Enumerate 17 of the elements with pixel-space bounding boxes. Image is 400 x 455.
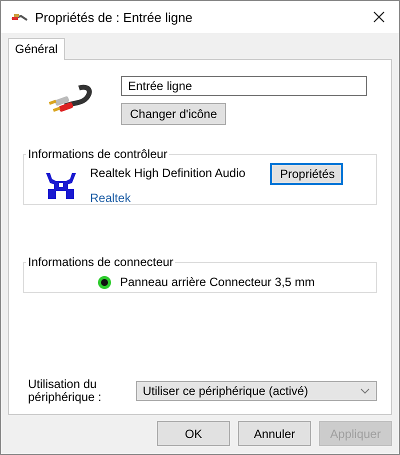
dialog-button[interactable]: Annuler: [238, 421, 311, 446]
chevron-down-icon: [360, 388, 370, 394]
connector-text: Panneau arrière Connecteur 3,5 mm: [120, 275, 315, 289]
close-icon[interactable]: [373, 11, 385, 23]
usage-label: Utilisation du périphérique :: [28, 378, 102, 404]
cable-icon: [11, 11, 29, 23]
dialog-button[interactable]: OK: [157, 421, 230, 446]
group-legend: Informations de connecteur: [26, 255, 176, 269]
vendor-link[interactable]: Realtek: [90, 191, 270, 205]
controller-name: Realtek High Definition Audio: [90, 166, 246, 180]
name-field[interactable]: Entrée ligne: [121, 76, 367, 96]
window-title: Propriétés de : Entrée ligne: [35, 10, 194, 24]
change-icon-button[interactable]: Changer d'icône: [121, 103, 226, 125]
tab[interactable]: Général: [8, 38, 65, 60]
group-legend: Informations de contrôleur: [26, 147, 170, 161]
usage-dropdown[interactable]: Utiliser ce périphérique (activé): [136, 380, 377, 401]
properties-button[interactable]: Propriétés: [270, 163, 343, 185]
